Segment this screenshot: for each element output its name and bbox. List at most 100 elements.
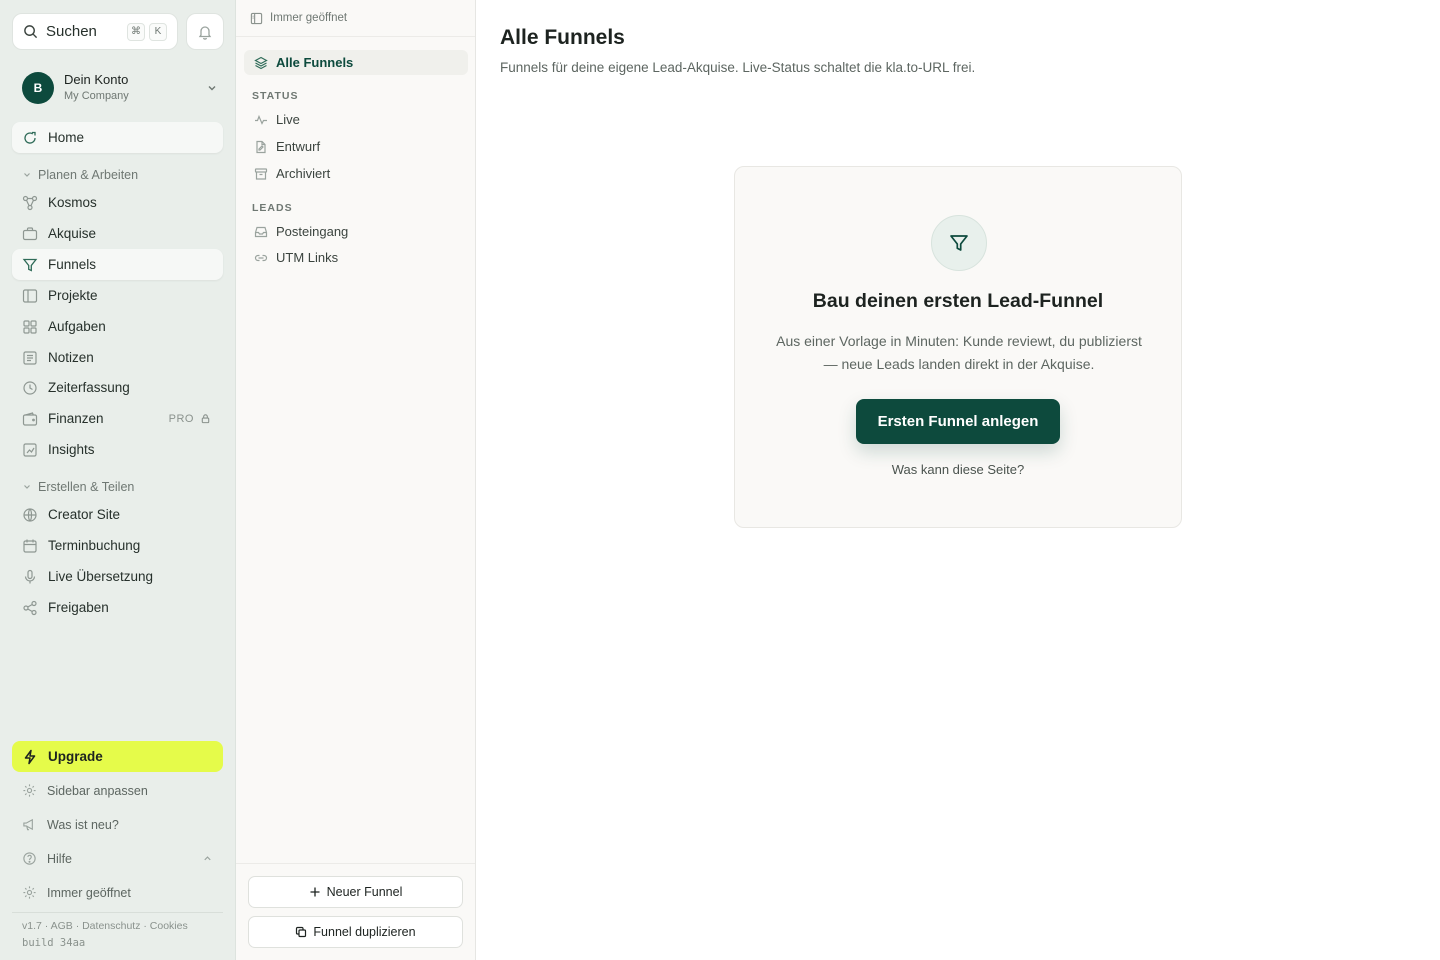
group-toggle-planen[interactable]: Planen & Arbeiten xyxy=(22,168,138,182)
group-toggle-erstellen[interactable]: Erstellen & Teilen xyxy=(22,480,134,494)
archive-icon xyxy=(254,167,268,180)
sidebar-item-label: Akquise xyxy=(48,226,97,241)
sidebar-item-aufgaben[interactable]: Aufgaben xyxy=(12,311,223,342)
page-subtitle: Funnels für deine eigene Lead-Akquise. L… xyxy=(500,60,976,75)
calendar-icon xyxy=(23,539,37,553)
panel-footer: Neuer Funnel Funnel duplizieren xyxy=(236,863,475,960)
layers-icon xyxy=(254,56,268,69)
help-button[interactable]: Hilfe xyxy=(22,851,213,866)
plus-icon xyxy=(310,887,320,897)
subnav-label: Posteingang xyxy=(276,224,349,239)
sidebar-item-label: Aufgaben xyxy=(48,319,106,334)
pro-label: PRO xyxy=(168,412,194,425)
subnav-label: Archiviert xyxy=(276,166,331,181)
leads-section-heading: LEADS xyxy=(252,202,293,214)
home-icon xyxy=(24,131,36,144)
create-first-funnel-button[interactable]: Ersten Funnel anlegen xyxy=(856,399,1060,444)
subnav-all-funnels[interactable]: Alle Funnels xyxy=(244,50,468,75)
gear-icon xyxy=(23,886,36,899)
pro-badge: PRO xyxy=(169,413,211,425)
sidebar-item-home[interactable]: Home xyxy=(12,122,223,153)
sidebar-item-label: Finanzen xyxy=(48,411,104,426)
whats-new-label: Was ist neu? xyxy=(47,817,119,832)
panel-pin-toggle[interactable]: Immer geöffnet xyxy=(236,0,475,37)
help-label: Hilfe xyxy=(47,851,73,866)
customize-sidebar-button[interactable]: Sidebar anpassen xyxy=(22,783,213,798)
duplicate-funnel-button[interactable]: Funnel duplizieren xyxy=(248,916,463,948)
search-label: Suchen xyxy=(46,23,97,40)
search-button[interactable]: Suchen ⌘ K xyxy=(12,13,178,50)
sidebar-item-projekte[interactable]: Projekte xyxy=(12,280,223,311)
sidebar-item-label: Creator Site xyxy=(48,507,121,522)
sidebar-panel-icon xyxy=(250,12,263,24)
search-row: Suchen ⌘ K xyxy=(12,13,224,50)
globe-icon xyxy=(23,507,37,522)
sidebar-item-creator-site[interactable]: Creator Site xyxy=(12,499,223,530)
sidebar-item-akquise[interactable]: Akquise xyxy=(12,218,223,249)
empty-state-description-line: — neue Leads landen direkt in der Akquis… xyxy=(823,356,1095,372)
duplicate-funnel-label: Funnel duplizieren xyxy=(313,925,416,939)
funnels-subnav: Immer geöffnet Alle Funnels STATUS Live … xyxy=(236,0,476,960)
briefcase-icon xyxy=(22,226,38,240)
sidebar-item-terminbuchung[interactable]: Terminbuchung xyxy=(12,530,223,561)
sidebar-item-label: Kosmos xyxy=(48,195,97,210)
subnav-label: Alle Funnels xyxy=(276,55,354,70)
subnav-entwurf[interactable]: Entwurf xyxy=(244,134,468,159)
clock-icon xyxy=(23,380,37,395)
page-title: Alle Funnels xyxy=(500,26,625,49)
upgrade-button[interactable]: Upgrade xyxy=(12,741,223,772)
sidebar-item-label: Insights xyxy=(48,442,95,457)
sidebar-item-label: Freigaben xyxy=(48,600,109,615)
nodes-icon xyxy=(22,195,38,210)
sidebar-item-insights[interactable]: Insights xyxy=(12,434,223,465)
empty-state-icon xyxy=(931,215,987,271)
draft-document-icon xyxy=(256,140,266,153)
lock-icon xyxy=(201,414,210,424)
sidebar-item-notizen[interactable]: Notizen xyxy=(12,342,223,373)
subnav-label: UTM Links xyxy=(276,250,339,265)
sidebar-item-label: Terminbuchung xyxy=(48,538,141,553)
new-funnel-button[interactable]: Neuer Funnel xyxy=(248,876,463,908)
subnav-posteingang[interactable]: Posteingang xyxy=(244,219,468,244)
sidebar-item-label: Live Übersetzung xyxy=(48,569,154,584)
always-open-label: Immer geöffnet xyxy=(47,885,131,900)
notifications-button[interactable] xyxy=(186,13,224,50)
sidebar-item-zeiterfassung[interactable]: Zeiterfassung xyxy=(12,372,223,403)
bell-icon xyxy=(198,25,212,40)
funnel-icon xyxy=(950,235,968,251)
chart-icon xyxy=(23,442,37,457)
help-icon xyxy=(23,852,36,865)
sidebar-item-funnels[interactable]: Funnels xyxy=(12,249,223,280)
main-sidebar: Suchen ⌘ K B Dein Konto My Company Home … xyxy=(0,0,236,960)
grid-icon xyxy=(23,319,37,334)
group-label: Erstellen & Teilen xyxy=(38,480,135,494)
empty-state-description: Aus einer Vorlage in Minuten: Kunde revi… xyxy=(759,330,1159,376)
upgrade-label: Upgrade xyxy=(48,749,103,764)
account-switcher[interactable]: B Dein Konto My Company xyxy=(22,72,218,104)
subnav-label: Entwurf xyxy=(276,139,321,154)
sidebar-item-freigaben[interactable]: Freigaben xyxy=(12,592,223,623)
page-help-link[interactable]: Was kann diese Seite? xyxy=(735,462,1181,477)
chevron-up-icon xyxy=(204,856,211,861)
sidebar-item-label: Projekte xyxy=(48,288,98,303)
columns-icon xyxy=(22,288,38,303)
always-open-toggle[interactable]: Immer geöffnet xyxy=(22,885,213,900)
legal-links[interactable]: v1.7 · AGB · Datenschutz · Cookies xyxy=(22,920,188,932)
inbox-icon xyxy=(254,226,268,237)
group-label: Planen & Arbeiten xyxy=(38,168,139,182)
subnav-archiviert[interactable]: Archiviert xyxy=(244,161,468,186)
subnav-label: Live xyxy=(276,112,300,127)
customize-label: Sidebar anpassen xyxy=(47,783,148,798)
sidebar-item-label: Zeiterfassung xyxy=(48,380,130,395)
lightning-icon xyxy=(24,749,36,764)
sidebar-item-kosmos[interactable]: Kosmos xyxy=(12,187,223,218)
sidebar-item-live-uebersetzung[interactable]: Live Übersetzung xyxy=(12,561,223,592)
account-name: Dein Konto xyxy=(64,72,129,87)
chevron-down-icon xyxy=(24,485,30,489)
sidebar-item-finanzen[interactable]: Finanzen PRO xyxy=(12,403,223,434)
subnav-utm-links[interactable]: UTM Links xyxy=(244,245,468,270)
subnav-live[interactable]: Live xyxy=(244,107,468,132)
share-icon xyxy=(23,600,37,615)
whats-new-button[interactable]: Was ist neu? xyxy=(22,817,213,832)
chevron-down-icon xyxy=(24,173,30,177)
